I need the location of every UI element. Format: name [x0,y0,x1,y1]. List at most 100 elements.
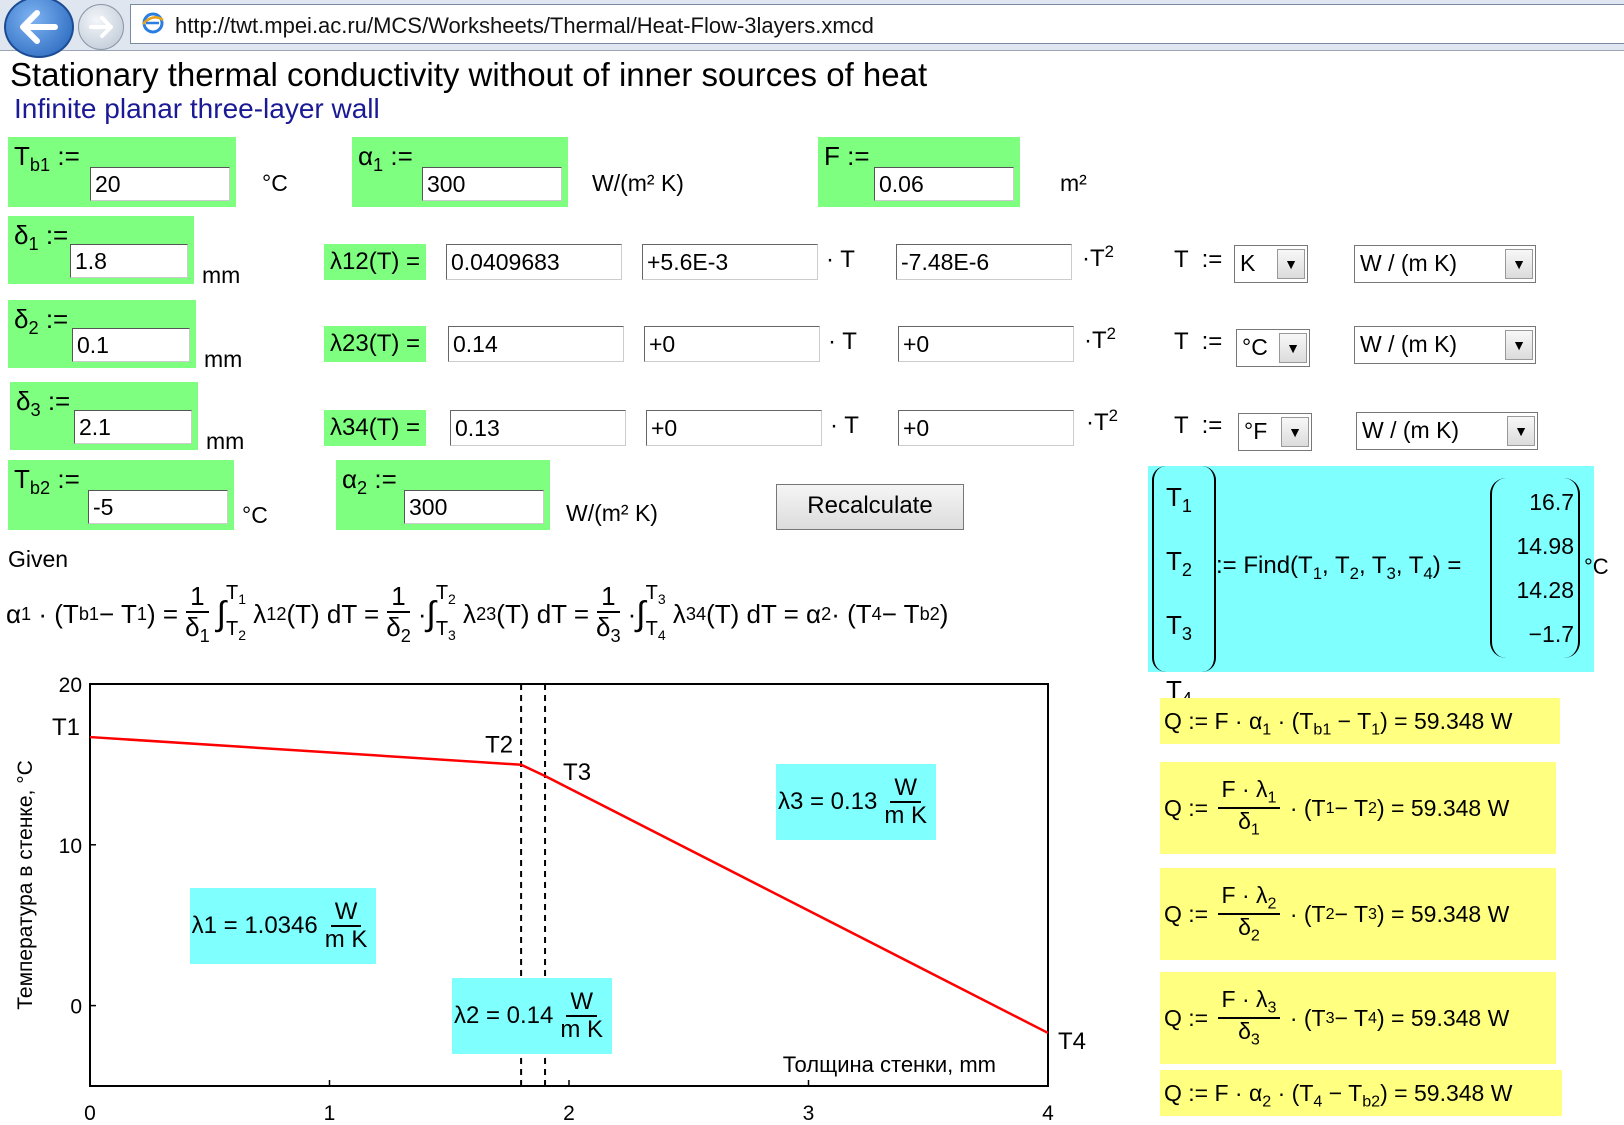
times-t-2: · T [828,328,857,355]
lambda23-a-input[interactable]: 0.14 [448,326,624,362]
t-assign-2: T := [1174,328,1223,355]
delta3-label: δ3 := [16,386,71,421]
delta1-input[interactable]: 1.8 [70,244,188,278]
lambda12-b-input[interactable]: +5.6E-3 [642,244,818,280]
result-t2: 14.98 [1516,533,1574,559]
lambda34-b-input[interactable]: +0 [646,410,822,446]
alpha2-label: α2 := [342,464,397,499]
alpha1-input[interactable]: 300 [422,167,562,201]
times-t-1: · T [826,246,855,273]
lambda-unit-value-1: W / (m K) [1360,250,1458,276]
lambda1-symbol: λ1 [191,912,217,939]
q-unit-1: W [1490,708,1513,734]
result-t1: 16.7 [1529,489,1574,515]
lambda34-c-input[interactable]: +0 [898,410,1074,446]
unknowns-list: T1T2T3T4 [1166,482,1193,709]
q-unit-2: W [1487,794,1510,821]
t-unit-select-2[interactable]: °C ▼ [1236,329,1310,367]
ie-page-icon [142,12,164,34]
browser-toolbar: http://twt.mpei.ac.ru/MCS/Worksheets/The… [0,0,1624,58]
delta2-input[interactable]: 0.1 [72,328,190,362]
forward-arrow-icon [89,16,113,38]
lambda2-value: 0.14 [506,1002,554,1029]
lambda1-unit-den: m K [324,926,368,953]
recalculate-button[interactable]: Recalculate [776,484,964,530]
t-unit-value-1: K [1240,250,1256,276]
y-tick-label: 10 [59,835,82,858]
find-solution-block: T1T2T3T4 := Find(T1, T2, T3, T4) = 16.7 … [1148,466,1609,709]
delta2-box: δ2 := 0.1 [8,300,196,368]
result-unit: °C [1584,554,1609,579]
result-t4: −1.7 [1528,621,1574,647]
lambda12-c-input[interactable]: -7.48E-6 [896,244,1072,280]
alpha2-unit: W/(m² K) [566,500,658,526]
f-unit: m² [1060,170,1087,196]
q-formula-4: Q := F · λ3 δ3 · (T 3 − T 4) = 59.348 W [1160,972,1556,1064]
q-value-4: 59.348 [1410,1004,1482,1031]
lambda2-annotation: λ2 = 0.14 Wm K [452,978,612,1054]
point-label-t4: T4 [1058,1028,1086,1055]
q-value-3: 59.348 [1410,900,1482,927]
back-button[interactable] [4,0,74,58]
delta2-unit: mm [204,346,243,372]
delta1-label: δ1 := [14,220,69,255]
times-t-3: · T [830,412,859,439]
tb2-input[interactable]: -5 [88,490,228,524]
q-unit-4: W [1487,1004,1510,1031]
lambda2-unit-den: m K [560,1016,604,1043]
point-label-t1: T1 [52,714,80,741]
chevron-down-icon[interactable]: ▼ [1507,416,1535,446]
address-bar[interactable]: http://twt.mpei.ac.ru/MCS/Worksheets/The… [130,4,1624,44]
forward-button[interactable] [78,4,124,50]
chevron-down-icon[interactable]: ▼ [1277,249,1305,279]
delta2-label: δ2 := [14,304,69,339]
tb1-box: Tb1 := 20 [8,137,236,207]
q-unit-3: W [1487,900,1510,927]
chevron-down-icon[interactable]: ▼ [1505,330,1533,360]
chevron-down-icon[interactable]: ▼ [1281,417,1309,447]
lambda3-symbol: λ3 [777,788,804,815]
point-label-t2: T2 [485,732,513,759]
lambda23-b-input[interactable]: +0 [644,326,820,362]
result-t3: 14.28 [1516,577,1574,603]
delta3-input[interactable]: 2.1 [74,410,192,444]
lambda23-c-input[interactable]: +0 [898,326,1074,362]
lambda34-a-input[interactable]: 0.13 [450,410,626,446]
q-formula-3: Q := F · λ2 δ2 · (T 2 − T 3) = 59.348 W [1160,868,1556,960]
page-subtitle: Infinite planar three-layer wall [14,93,380,124]
delta1-unit: mm [202,262,241,288]
times-t2-2: ·T2 [1084,324,1116,354]
t-assign-1: T := [1174,246,1223,273]
tb1-input[interactable]: 20 [90,167,230,201]
lambda-unit-select-2[interactable]: W / (m K) ▼ [1354,326,1536,364]
alpha1-box: α1 := 300 [352,137,568,207]
x-tick-label: 4 [1042,1102,1054,1124]
y-axis-label: Температура в стенке, °C [14,760,37,1010]
lambda12-label: λ12(T) = [324,244,427,280]
lambda-unit-value-2: W / (m K) [1360,331,1458,357]
chevron-down-icon[interactable]: ▼ [1279,333,1307,363]
times-t2-3: ·T2 [1086,406,1118,436]
lambda-unit-select-3[interactable]: W / (m K) ▼ [1356,412,1538,450]
lambda3-unit-den: m K [884,802,928,829]
page-title: Stationary thermal conductivity without … [10,56,928,93]
lambda12-a-input[interactable]: 0.0409683 [446,244,622,280]
alpha2-input[interactable]: 300 [404,490,544,524]
t-unit-select-3[interactable]: °F ▼ [1238,413,1312,451]
f-input[interactable]: 0.06 [874,167,1014,201]
back-arrow-icon [20,10,58,44]
q-value-5: 59.348 [1413,1080,1485,1106]
alpha1-unit: W/(m² K) [592,170,684,196]
lambda23-label: λ23(T) = [324,326,427,362]
t-assign-3: T := [1174,412,1223,439]
t-unit-select-1[interactable]: K ▼ [1234,245,1308,283]
q-formula-2: Q := F · λ1 δ1 · (T 1 − T 2) = 59.348 W [1160,762,1556,854]
chevron-down-icon[interactable]: ▼ [1505,249,1533,279]
find-expression: := Find(T1, T2, T3, T4) = [1216,552,1462,583]
q-value-1: 59.348 [1413,708,1485,734]
f-box: F := 0.06 [818,137,1020,207]
given-equation: α1 · (T b1 − T 1) = 1 δ1 ∫ T1 T2 λ 12 (T) dT = … [6,581,949,646]
times-t2-1: ·T2 [1082,242,1114,272]
lambda-unit-select-1[interactable]: W / (m K) ▼ [1354,245,1536,283]
x-tick-label: 2 [563,1102,575,1124]
